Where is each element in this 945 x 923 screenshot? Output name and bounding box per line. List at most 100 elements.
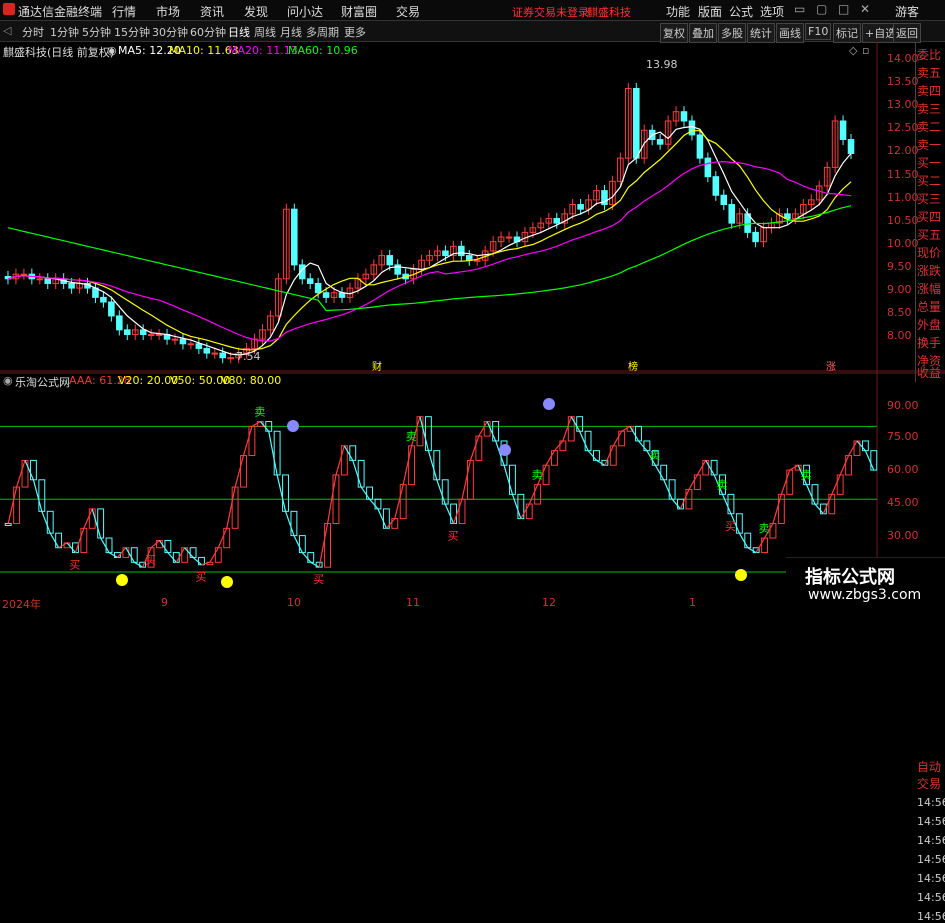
- menu-quotes[interactable]: 行情: [112, 3, 136, 20]
- app-name: 通达信金融终端: [18, 5, 103, 19]
- menu-news[interactable]: 资讯: [200, 3, 224, 20]
- candle-body: [179, 338, 187, 345]
- menu-layout[interactable]: 版面: [698, 3, 722, 20]
- candle-body: [100, 296, 107, 303]
- draw-button[interactable]: 画线: [776, 23, 804, 43]
- login-warning[interactable]: 证券交易未登录: [512, 4, 589, 20]
- time-label: 14:56: [917, 891, 945, 904]
- aaa-bar: [508, 464, 516, 495]
- tab-weekly[interactable]: 周线: [254, 24, 276, 40]
- aaa-segment: [24, 460, 34, 481]
- tab-1min[interactable]: 1分钟: [50, 24, 79, 40]
- aaa-segment: [638, 440, 648, 452]
- mark-button[interactable]: 标记: [833, 23, 861, 43]
- aaa-bar: [324, 522, 331, 568]
- maximize-icon[interactable]: □: [838, 2, 849, 16]
- auto-label[interactable]: 自动: [917, 758, 941, 775]
- adjust-button[interactable]: 复权: [660, 23, 688, 43]
- aaa-segment: [604, 445, 614, 466]
- aaa-bar: [492, 421, 500, 442]
- aaa-bar: [408, 445, 416, 486]
- candle-body: [696, 134, 704, 159]
- f10-button[interactable]: F10: [805, 23, 832, 40]
- user-label[interactable]: 游客: [895, 3, 919, 20]
- multi-stock-button[interactable]: 多股: [718, 23, 746, 43]
- small-square-icon[interactable]: ▫: [862, 44, 869, 57]
- diamond-icon[interactable]: ◇: [849, 44, 857, 57]
- side-label: 卖二: [917, 120, 942, 134]
- aaa-segment: [41, 511, 51, 534]
- side-label: 买四: [917, 210, 942, 224]
- aaa-segment: [226, 486, 236, 529]
- marker-finance[interactable]: 财: [372, 358, 382, 373]
- side-label: 买二: [917, 174, 942, 188]
- menu-discover[interactable]: 发现: [244, 3, 268, 20]
- overlay-button[interactable]: 叠加: [689, 23, 717, 43]
- aaa-segment: [503, 465, 514, 495]
- date-tick: 1: [689, 596, 696, 609]
- buy-signal: 买: [145, 554, 156, 567]
- menu-options[interactable]: 选项: [760, 3, 784, 20]
- aaa-segment: [100, 537, 110, 553]
- aaa-segment: [369, 498, 379, 510]
- sell-signal: 卖: [801, 469, 812, 482]
- smiley-icon: [116, 574, 128, 586]
- menu-formula[interactable]: 公式: [729, 3, 753, 20]
- side-label: 涨幅: [917, 282, 942, 296]
- menu-ask[interactable]: 问小达: [287, 3, 323, 20]
- side-label: 现价: [917, 246, 942, 260]
- back-button[interactable]: 返回: [893, 23, 921, 43]
- period-toolbar: ◁ 分时 1分钟 5分钟 15分钟 30分钟 60分钟 日线 周线 月线 多周期…: [0, 21, 945, 43]
- tab-timeshare[interactable]: 分时: [22, 24, 44, 40]
- menu-wealth[interactable]: 财富圈: [341, 3, 377, 20]
- minimize-icon[interactable]: ▭: [794, 2, 805, 16]
- menu-market[interactable]: 市场: [156, 3, 180, 20]
- aaa-bar: [458, 498, 466, 524]
- indicator-settings-icon[interactable]: ◉: [3, 374, 13, 387]
- menu-function[interactable]: 功能: [666, 3, 690, 20]
- aaa-bar: [635, 425, 642, 442]
- aaa-segment: [839, 455, 850, 476]
- tab-60min[interactable]: 60分钟: [190, 24, 226, 40]
- menu-trade[interactable]: 交易: [396, 3, 420, 20]
- tab-30min[interactable]: 30分钟: [152, 24, 188, 40]
- side-label: 买三: [917, 192, 942, 206]
- aaa-bar: [164, 539, 172, 554]
- time-label: 14:56: [917, 815, 945, 828]
- stats-button[interactable]: 统计: [747, 23, 775, 43]
- time-label: 14:56: [917, 872, 945, 885]
- side-label: 买一: [917, 156, 942, 170]
- aaa-segment: [427, 450, 438, 480]
- candle-body: [442, 250, 449, 257]
- aaa-segment: [385, 518, 396, 529]
- marker-rise[interactable]: 涨: [826, 358, 836, 373]
- restore-icon[interactable]: ▢: [816, 2, 827, 16]
- candle-body: [219, 352, 226, 359]
- tab-15min[interactable]: 15分钟: [114, 24, 150, 40]
- toolbar-arrow-icon[interactable]: ◁: [3, 24, 11, 37]
- aaa-segment: [293, 535, 303, 553]
- price-tick: 11.00: [887, 191, 919, 204]
- tab-5min[interactable]: 5分钟: [82, 24, 111, 40]
- aaa-segment: [58, 542, 68, 549]
- chart-settings-icon[interactable]: ◉: [107, 44, 117, 57]
- close-icon[interactable]: ✕: [860, 2, 870, 16]
- trade-label[interactable]: 交易: [917, 775, 941, 792]
- candle-body: [20, 273, 28, 276]
- aaa-bar: [307, 552, 315, 563]
- aaa-bar: [466, 459, 474, 500]
- time-label: 14:56: [917, 796, 945, 809]
- marker-rank[interactable]: 榜: [628, 358, 638, 373]
- aaa-segment: [377, 508, 387, 529]
- indicator-tick: 30.00: [887, 529, 919, 542]
- tab-daily[interactable]: 日线: [228, 24, 250, 40]
- tab-multi-period[interactable]: 多周期: [306, 24, 339, 40]
- tab-monthly[interactable]: 月线: [280, 24, 302, 40]
- aaa-segment: [91, 508, 102, 539]
- aaa-bar: [122, 547, 130, 558]
- aaa-segment: [352, 460, 362, 488]
- tab-more[interactable]: 更多: [344, 24, 366, 40]
- main-price-chart[interactable]: 麒盛科技(日线 前复权) ◉ MA5: 12.20 MA10: 11.63 MA…: [0, 42, 945, 373]
- date-tick: 10: [287, 596, 301, 609]
- aaa-segment: [49, 532, 60, 549]
